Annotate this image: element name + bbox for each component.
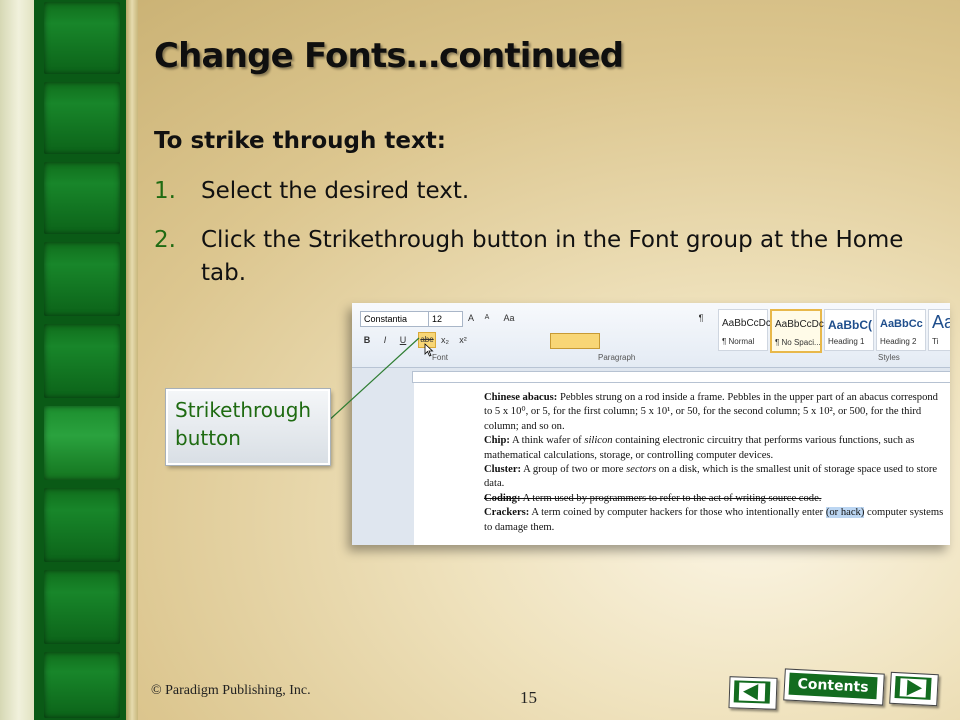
forward-arrow-icon — [899, 678, 927, 698]
style-sample: Aa — [932, 312, 950, 332]
word-ribbon: Constantia 12 A A Aa ¶ B I U abe x₂ x² F… — [352, 303, 950, 368]
term: Crackers: — [484, 507, 530, 519]
strikethrough-callout: Strikethrough button — [166, 389, 330, 465]
style-name: Ti — [932, 337, 939, 346]
green-tile — [44, 570, 120, 644]
copyright-notice: © Paradigm Publishing, Inc. — [151, 683, 311, 698]
callout-line-1: Strikethrough — [175, 398, 312, 422]
style-no-spacing[interactable]: AaBbCcDc ¶ No Spaci... — [770, 309, 824, 353]
term: Cluster: — [484, 464, 522, 476]
next-slide-button[interactable] — [889, 671, 939, 707]
term: Coding: — [484, 492, 521, 504]
document-page: Chinese abacus: Pebbles strung on a rod … — [414, 383, 950, 545]
style-sample: AaBbCc — [880, 318, 923, 330]
style-normal[interactable]: AaBbCcDc ¶ Normal — [718, 309, 771, 351]
grow-font-button[interactable]: A — [464, 311, 478, 325]
left-decorative-edge — [0, 0, 34, 720]
subheading: To strike through text: — [154, 128, 446, 154]
green-tile — [44, 652, 120, 718]
step-text: Click the Strikethrough button in the Fo… — [201, 227, 904, 286]
italic-word: sectors — [626, 464, 657, 476]
back-arrow-icon — [738, 682, 766, 702]
style-sample: AaBbCcDc — [775, 319, 824, 330]
word-screenshot: Constantia 12 A A Aa ¶ B I U abe x₂ x² F… — [352, 303, 950, 545]
paragraph-group-label: Paragraph — [598, 353, 636, 362]
step-2: 2. Click the Strikethrough button in the… — [154, 224, 903, 286]
style-name: ¶ Normal — [722, 337, 755, 346]
definition: A term used by programmers to refer to t… — [520, 492, 822, 504]
shrink-font-button[interactable]: A — [480, 311, 494, 325]
struck-through-line: Coding: A term used by programmers to re… — [484, 493, 821, 504]
contents-label: Contents — [797, 676, 869, 696]
button-face — [733, 680, 771, 704]
show-hide-button[interactable]: ¶ — [694, 311, 708, 325]
style-name: Heading 1 — [828, 337, 865, 346]
term: Chinese abacus: — [484, 392, 558, 403]
style-title[interactable]: Aa Ti — [928, 309, 950, 351]
green-tile — [44, 488, 120, 562]
change-case-button[interactable]: Aa — [500, 311, 518, 325]
subscript-button[interactable]: x₂ — [438, 333, 452, 347]
slide-title: Change Fonts…continued — [154, 36, 624, 76]
style-name: ¶ No Spaci... — [775, 338, 821, 347]
align-left-button[interactable] — [550, 333, 600, 349]
term: Chip: — [484, 435, 510, 447]
green-tile — [44, 2, 120, 74]
font-size-box[interactable]: 12 — [428, 311, 463, 327]
selected-text: (or hack) — [825, 507, 865, 519]
italic-button[interactable]: I — [378, 333, 392, 347]
stripe-border — [126, 0, 138, 720]
definition: A group of two or more — [521, 464, 627, 476]
font-group-label: Font — [432, 353, 449, 362]
style-heading-1[interactable]: AaBbC( Heading 1 — [824, 309, 874, 351]
style-name: Heading 2 — [880, 337, 917, 346]
underline-button[interactable]: U — [396, 333, 410, 347]
italic-word: silicon — [584, 435, 613, 447]
style-sample: AaBbC( — [828, 318, 872, 332]
button-face: Contents — [788, 672, 878, 700]
step-1: 1. Select the desired text. — [154, 175, 469, 208]
font-name-box[interactable]: Constantia — [360, 311, 429, 327]
green-tile — [44, 242, 120, 316]
bold-button[interactable]: B — [360, 333, 374, 347]
page-number: 15 — [520, 688, 537, 707]
definition: A think wafer of — [509, 435, 585, 447]
button-face — [894, 676, 932, 700]
callout-text: Strikethrough button — [175, 396, 311, 452]
superscript-button[interactable]: x² — [456, 333, 470, 347]
step-text: Select the desired text. — [201, 178, 470, 204]
step-number: 1. — [154, 178, 176, 204]
style-sample: AaBbCcDc — [722, 318, 771, 329]
document-text[interactable]: Chinese abacus: Pebbles strung on a rod … — [484, 391, 944, 535]
green-tile — [44, 324, 120, 398]
document-ruler — [412, 371, 950, 383]
definition: A term coined by computer hackers for th… — [529, 507, 826, 519]
previous-slide-button[interactable] — [728, 676, 778, 710]
contents-button[interactable]: Contents — [783, 668, 885, 706]
style-heading-2[interactable]: AaBbCc Heading 2 — [876, 309, 926, 351]
green-tile — [44, 162, 120, 234]
green-tile — [44, 82, 120, 154]
callout-line-2: button — [175, 426, 241, 450]
green-tile — [44, 406, 120, 480]
styles-group-label: Styles — [878, 353, 900, 362]
step-number: 2. — [154, 227, 176, 253]
